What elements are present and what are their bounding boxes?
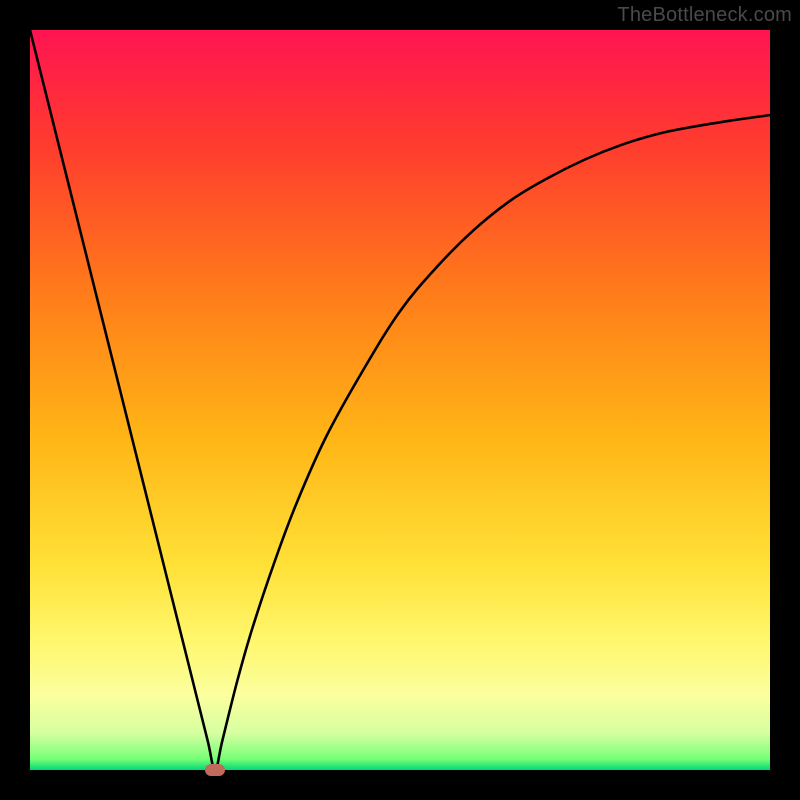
chart-frame: TheBottleneck.com [0,0,800,800]
curve-layer [30,30,770,770]
bottleneck-curve [30,30,770,770]
optimum-marker [205,764,225,776]
plot-area [30,30,770,770]
watermark-text: TheBottleneck.com [617,4,792,27]
